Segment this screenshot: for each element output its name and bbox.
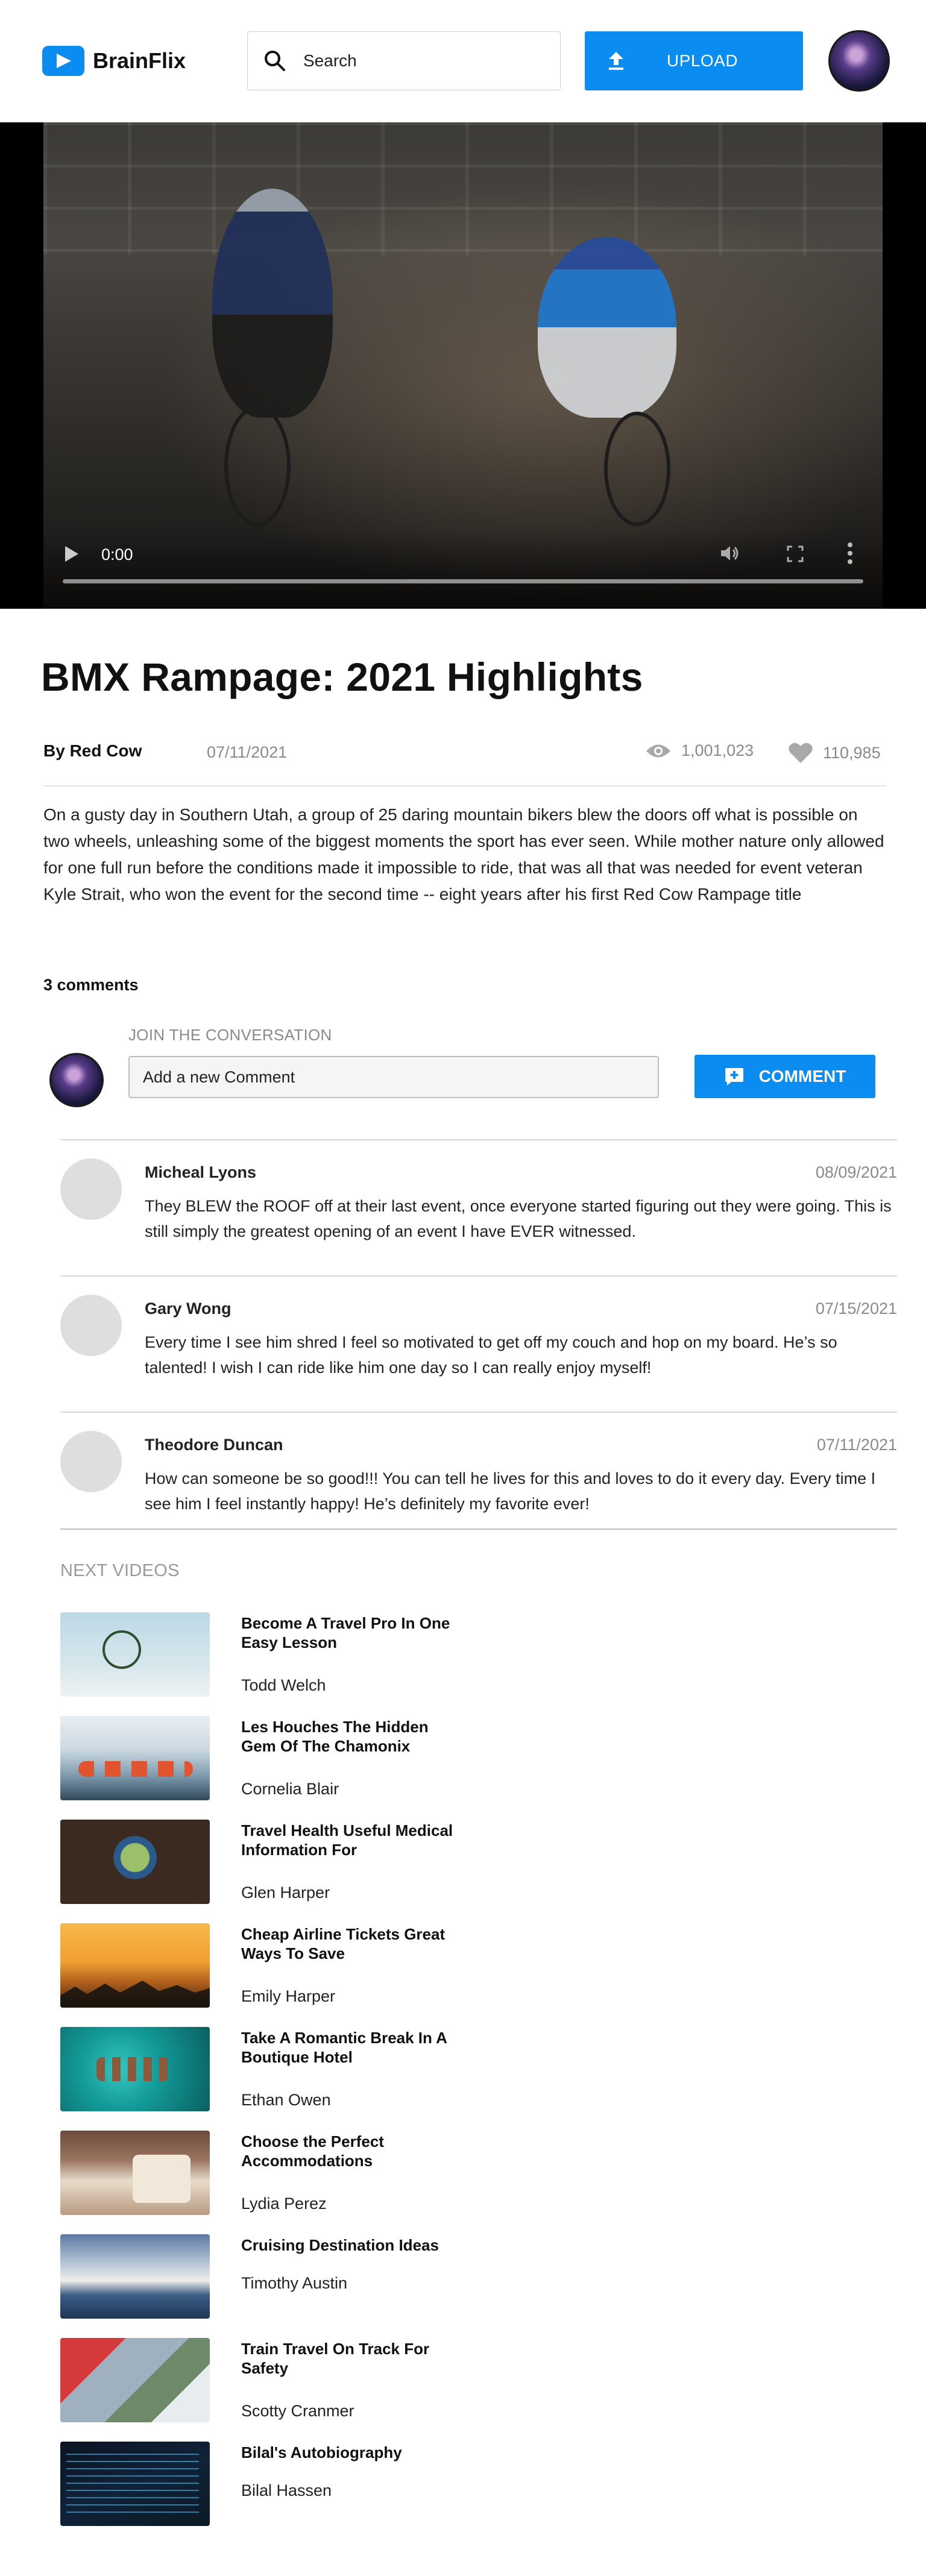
video-thumbnail[interactable] (60, 2234, 210, 2319)
site-header: BrainFlix UPLOAD (0, 0, 926, 122)
video-time: 0:00 (101, 545, 133, 564)
upload-button-label: UPLOAD (666, 51, 739, 70)
video-scene-wheel (224, 406, 291, 526)
video-scene-wheel (604, 412, 670, 526)
video-thumbnail[interactable] (60, 2027, 210, 2111)
next-video-item[interactable]: Take A Romantic Break In A Boutique Hote… (60, 2027, 543, 2131)
next-video-item[interactable]: Cheap Airline Tickets Great Ways To Save… (60, 1923, 543, 2027)
next-video-title[interactable]: Cruising Destination Ideas (241, 2235, 458, 2255)
next-video-author: Emily Harper (241, 1987, 336, 2005)
video-progress-bar[interactable] (63, 579, 863, 583)
video-controls: 0:00 (43, 530, 883, 609)
comment-avatar (60, 1431, 122, 1492)
comment-date: 07/15/2021 (815, 1299, 897, 1318)
next-video-item[interactable]: Become A Travel Pro In One Easy Lesson T… (60, 1612, 543, 1716)
brand-name: BrainFlix (93, 48, 186, 73)
next-video-title[interactable]: Travel Health Useful Medical Information… (241, 1821, 458, 1859)
join-conversation-label: JOIN THE CONVERSATION (128, 1026, 332, 1044)
next-video-item[interactable]: Travel Health Useful Medical Information… (60, 1820, 543, 1923)
next-video-item[interactable]: Les Houches The Hidden Gem Of The Chamon… (60, 1716, 543, 1820)
comment-author: Gary Wong (145, 1299, 232, 1318)
eye-icon (646, 744, 670, 757)
play-icon[interactable] (65, 546, 78, 562)
next-video-item[interactable]: Train Travel On Track For Safety Scotty … (60, 2338, 543, 2442)
comment-avatar (60, 1295, 122, 1356)
comment-date: 08/09/2021 (815, 1163, 897, 1181)
video-thumbnail[interactable] (60, 2442, 210, 2526)
comment-text: How can someone be so good!!! You can te… (145, 1469, 876, 1513)
volume-icon[interactable] (719, 542, 740, 564)
video-thumbnail[interactable] (60, 1923, 210, 2008)
next-video-title[interactable]: Become A Travel Pro In One Easy Lesson (241, 1613, 458, 1652)
comment-author: Theodore Duncan (145, 1436, 283, 1454)
likes-stat[interactable]: 110,985 (788, 741, 881, 764)
video-frame[interactable]: 0:00 (43, 122, 883, 609)
comment-list: Micheal Lyons 08/09/2021 They BLEW the R… (60, 1139, 897, 1548)
video-thumbnail[interactable] (60, 1820, 210, 1904)
comment-item: Theodore Duncan 07/11/2021 How can someo… (60, 1412, 897, 1548)
next-video-title[interactable]: Train Travel On Track For Safety (241, 2339, 458, 2378)
heart-icon[interactable] (788, 741, 813, 764)
next-video-title[interactable]: Cheap Airline Tickets Great Ways To Save (241, 1924, 458, 1963)
video-thumbnail[interactable] (60, 2131, 210, 2215)
next-video-author: Scotty Cranmer (241, 2402, 354, 2420)
comment-button-label: COMMENT (758, 1067, 846, 1085)
brand-logo[interactable]: BrainFlix (42, 46, 186, 76)
search-input[interactable] (302, 51, 531, 71)
video-scene-background (43, 122, 883, 255)
video-date: 07/11/2021 (207, 743, 288, 761)
add-comment-icon (725, 1068, 743, 1085)
comment-item: Gary Wong 07/15/2021 Every time I see hi… (60, 1275, 897, 1412)
comment-button[interactable]: COMMENT (694, 1055, 875, 1098)
next-video-author: Lydia Perez (241, 2194, 327, 2213)
more-icon[interactable] (848, 542, 854, 564)
video-thumbnail[interactable] (60, 1716, 210, 1800)
next-video-author: Bilal Hassen (241, 2481, 332, 2499)
next-video-item[interactable]: Choose the Perfect Accommodations Lydia … (60, 2131, 543, 2234)
next-videos-heading: NEXT VIDEOS (60, 1561, 180, 1580)
video-description: On a gusty day in Southern Utah, a group… (43, 805, 884, 903)
divider (60, 1528, 897, 1530)
upload-button[interactable]: UPLOAD (585, 31, 803, 90)
video-thumbnail[interactable] (60, 2338, 210, 2422)
comment-input[interactable] (128, 1056, 659, 1098)
next-video-author: Glen Harper (241, 1883, 330, 1902)
likes-count: 110,985 (823, 743, 881, 762)
video-title: BMX Rampage: 2021 Highlights (41, 655, 643, 699)
views-count: 1,001,023 (681, 741, 754, 759)
video-scene-rider (538, 237, 676, 418)
video-scene-rider (212, 189, 333, 418)
next-video-title[interactable]: Les Houches The Hidden Gem Of The Chamon… (241, 1717, 458, 1756)
fullscreen-icon[interactable] (786, 545, 804, 563)
next-videos-list: Become A Travel Pro In One Easy Lesson T… (60, 1612, 543, 2545)
next-video-author: Todd Welch (241, 1676, 326, 1694)
video-thumbnail[interactable] (60, 1612, 210, 1697)
next-video-title[interactable]: Bilal's Autobiography (241, 2443, 458, 2462)
comment-item: Micheal Lyons 08/09/2021 They BLEW the R… (60, 1139, 897, 1275)
video-author[interactable]: By Red Cow (43, 741, 142, 761)
comment-author: Micheal Lyons (145, 1163, 257, 1181)
commenter-avatar (49, 1053, 104, 1107)
upload-icon (608, 52, 623, 70)
comments-count: 3 comments (43, 976, 139, 994)
user-avatar[interactable] (828, 30, 890, 92)
next-video-title[interactable]: Take A Romantic Break In A Boutique Hote… (241, 2028, 458, 2067)
search-box[interactable] (247, 31, 561, 90)
next-video-author: Timothy Austin (241, 2274, 348, 2292)
search-icon (265, 51, 285, 71)
next-video-item[interactable]: Bilal's Autobiography Bilal Hassen (60, 2442, 543, 2545)
next-video-title[interactable]: Choose the Perfect Accommodations (241, 2132, 458, 2170)
video-player[interactable]: 0:00 (0, 122, 926, 609)
views-stat: 1,001,023 (645, 741, 754, 760)
play-logo-icon (42, 46, 84, 76)
comment-text: Every time I see him shred I feel so mot… (145, 1333, 837, 1377)
next-video-author: Cornelia Blair (241, 1780, 339, 1798)
video-meta: By Red Cow 07/11/2021 1,001,023 110,985 (43, 741, 886, 765)
comment-date: 07/11/2021 (816, 1436, 897, 1454)
divider (43, 785, 886, 787)
comment-text: They BLEW the ROOF off at their last eve… (145, 1197, 892, 1240)
next-video-item[interactable]: Cruising Destination Ideas Timothy Austi… (60, 2234, 543, 2338)
next-video-author: Ethan Owen (241, 2091, 331, 2109)
comment-avatar (60, 1158, 122, 1220)
